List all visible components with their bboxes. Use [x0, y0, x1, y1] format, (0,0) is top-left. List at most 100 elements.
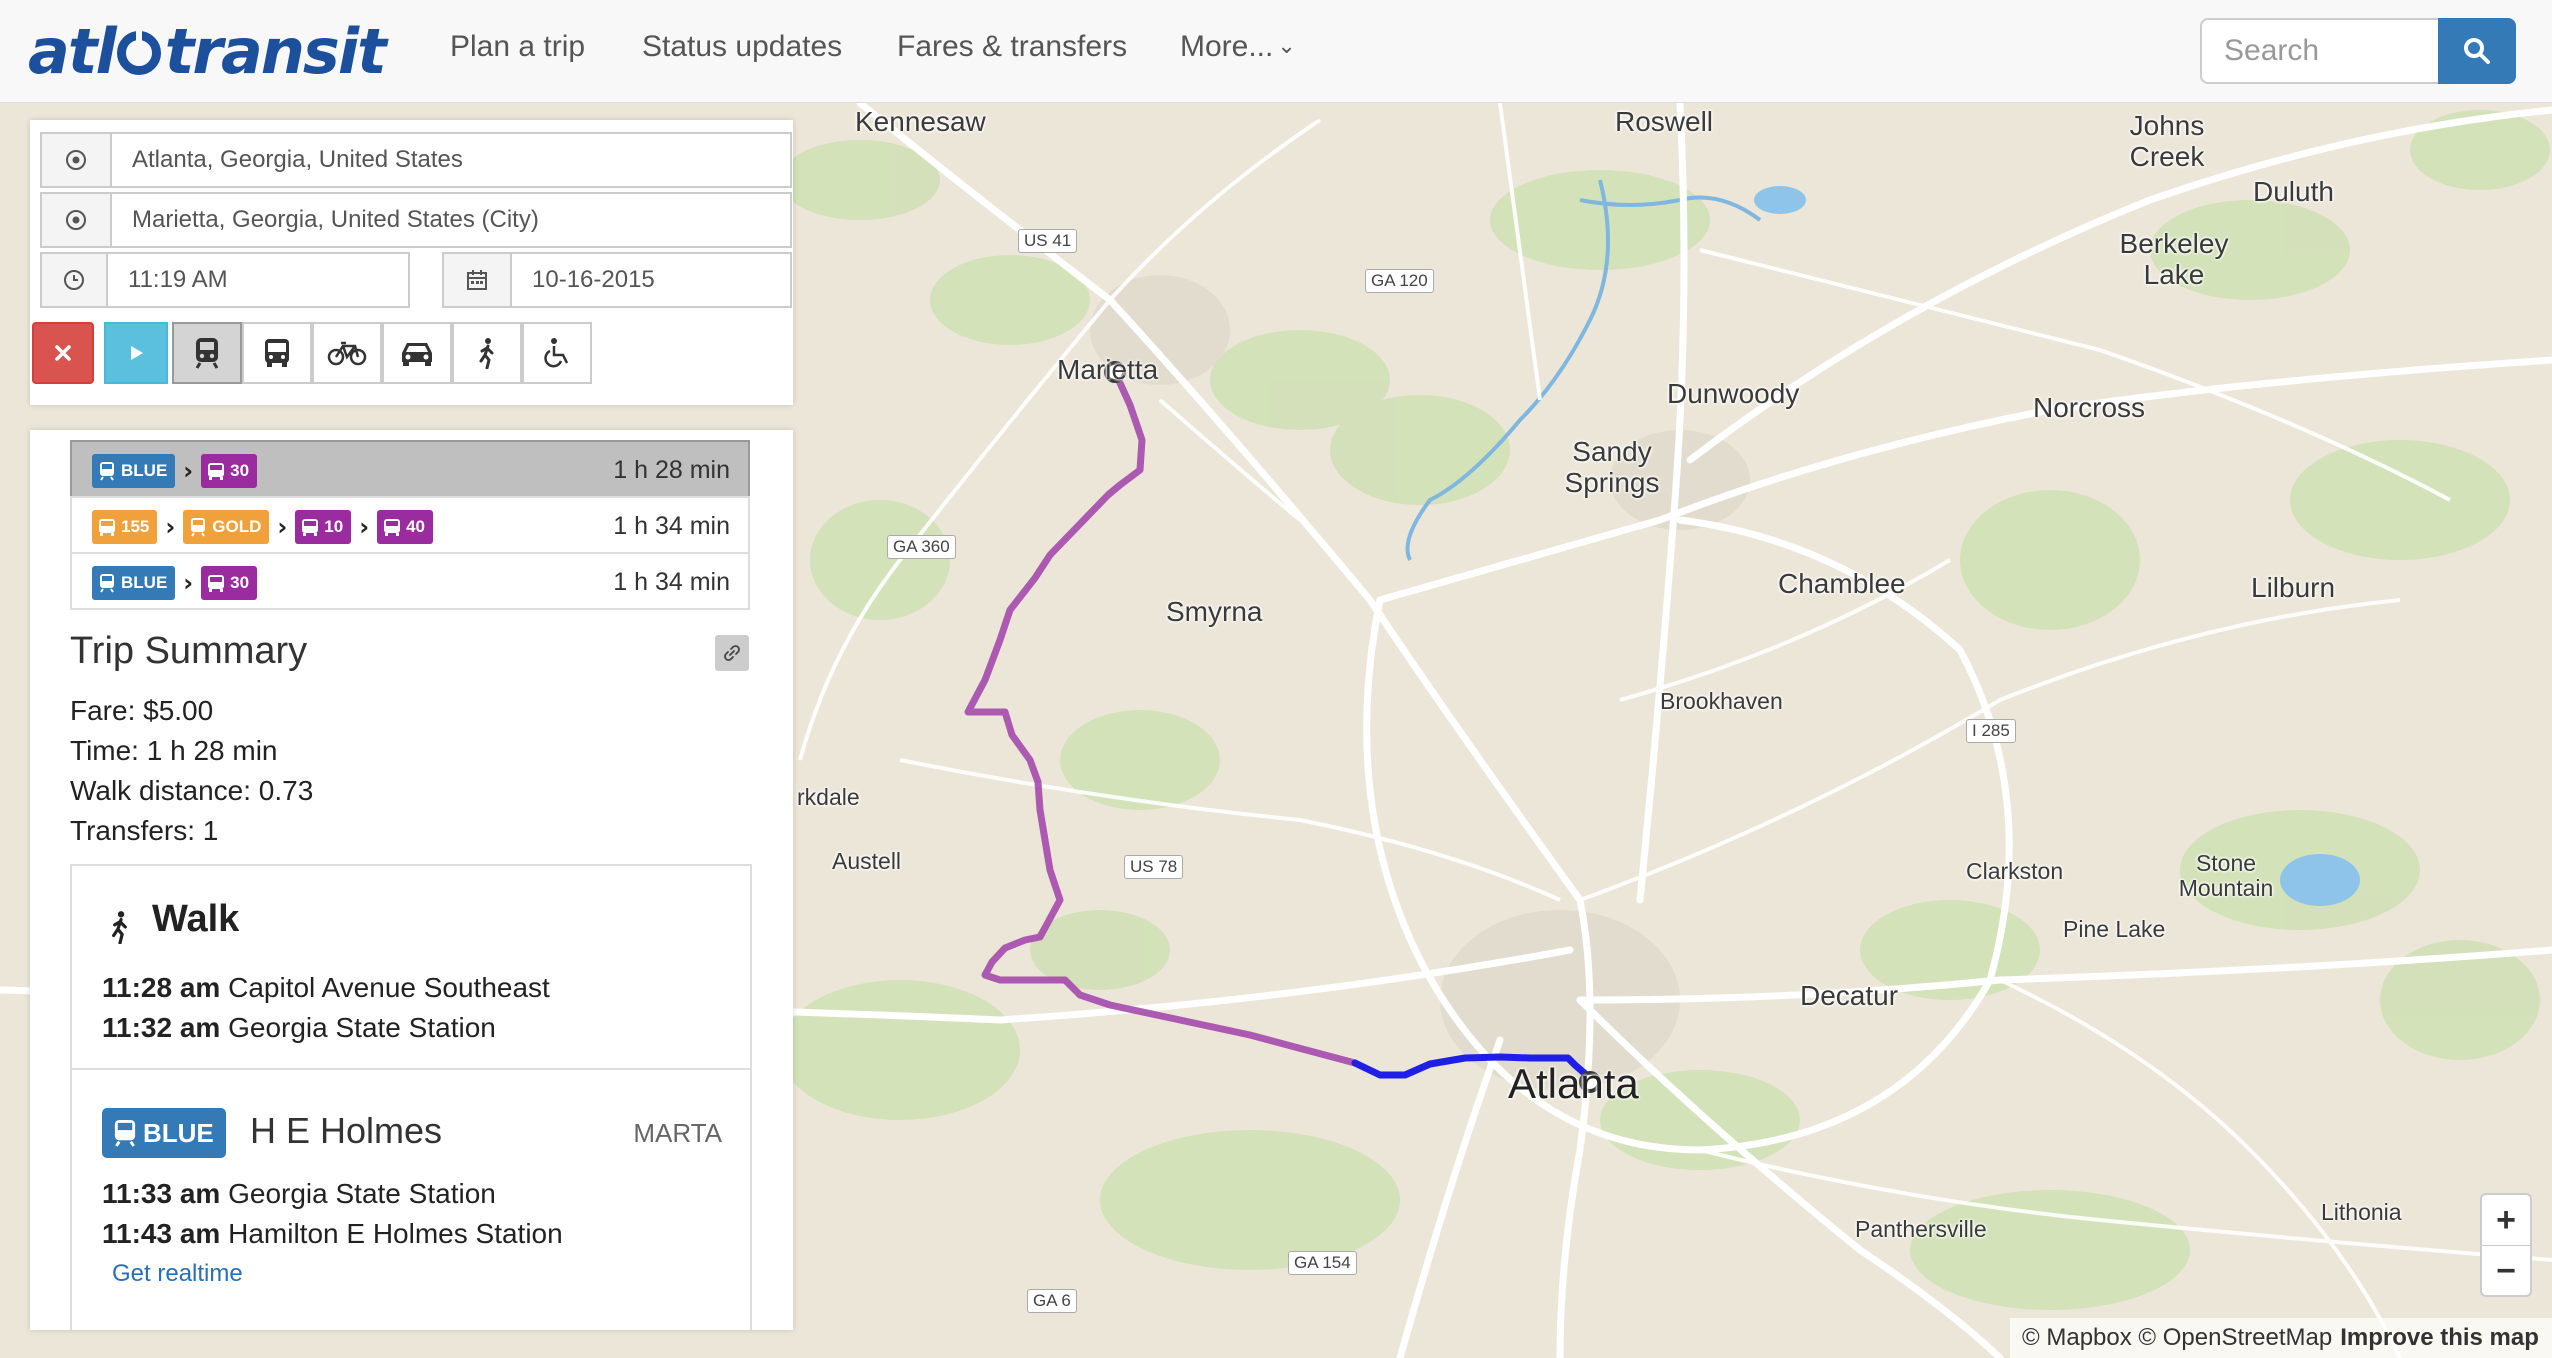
- from-field[interactable]: Atlanta, Georgia, United States: [40, 132, 792, 188]
- walk-start-stop: 11:28 am Capitol Avenue Southeast: [102, 972, 550, 1004]
- itinerary-duration: 1 h 34 min: [613, 512, 730, 540]
- map-label-clarkston: Clarkston: [1966, 858, 2064, 884]
- itinerary-option-3[interactable]: BLUE › 30 1 h 34 min: [70, 552, 750, 610]
- nav-status-updates[interactable]: Status updates: [642, 30, 842, 64]
- route-badge-blue: BLUE: [102, 1108, 226, 1158]
- plan-trip-button[interactable]: [104, 322, 168, 384]
- itinerary-option-1[interactable]: BLUE › 30 1 h 28 min: [70, 440, 750, 498]
- map-label-marietta: Marietta: [1057, 354, 1159, 385]
- map-label-pine-lake: Pine Lake: [2063, 916, 2166, 942]
- search-input[interactable]: [2200, 18, 2440, 84]
- to-field[interactable]: Marietta, Georgia, United States (City): [40, 192, 792, 248]
- walk-leg-card: Walk 11:28 am Capitol Avenue Southeast 1…: [70, 864, 752, 1070]
- walk-leg-title: Walk: [152, 898, 240, 940]
- map-label-smyrna: Smyrna: [1166, 596, 1263, 627]
- map-label-panthersville: Panthersville: [1855, 1216, 1987, 1242]
- map-label-stone-mountain: Stone Mountain: [2178, 850, 2274, 902]
- bus-icon: [265, 339, 289, 367]
- walk-start-time: 11:28 am: [102, 972, 221, 1003]
- road-label-us-78: US 78: [1124, 855, 1184, 879]
- nav-plan-trip[interactable]: Plan a trip: [450, 30, 585, 64]
- leg-label: GOLD: [212, 517, 262, 536]
- map-attribution: © Mapbox © OpenStreetMap Improve this map: [2010, 1318, 2552, 1358]
- date-field[interactable]: 10-16-2015: [442, 252, 792, 308]
- link-icon: [724, 645, 740, 661]
- logo-text-right: transit: [164, 14, 387, 88]
- trip-planner-panel: Atlanta, Georgia, United States Marietta…: [30, 120, 793, 405]
- to-value: Marietta, Georgia, United States (City): [132, 206, 539, 233]
- leg-badge-155: 155: [92, 510, 158, 544]
- road-label-ga-120: GA 120: [1365, 269, 1434, 293]
- itinerary-option-2[interactable]: 155 › GOLD › 10 › 40 1 h 34 min: [70, 496, 750, 554]
- leg-label: 40: [406, 517, 425, 536]
- bus-icon: [207, 573, 225, 593]
- walk-end-place: Georgia State Station: [228, 1012, 496, 1043]
- road-label-ga-154: GA 154: [1288, 1251, 1357, 1275]
- itinerary-results-panel: BLUE › 30 1 h 28 min 155 › GOLD › 10 › 4…: [30, 430, 793, 1330]
- bus-icon: [383, 517, 401, 537]
- summary-walk-distance: Walk distance: 0.73: [70, 775, 314, 806]
- improve-map-link[interactable]: Improve this map: [2340, 1324, 2539, 1352]
- board-time: 11:33 am: [102, 1178, 221, 1209]
- nav-fares-transfers[interactable]: Fares & transfers: [897, 30, 1127, 64]
- time-field[interactable]: 11:19 AM: [40, 252, 410, 308]
- map-label-sandy-springs: Sandy Springs: [1564, 436, 1660, 498]
- leg-badge-gold: GOLD: [183, 510, 270, 544]
- attribution-text[interactable]: © Mapbox © OpenStreetMap: [2022, 1324, 2332, 1352]
- time-value: 11:19 AM: [128, 266, 228, 293]
- map-label-rkdale: rkdale: [797, 784, 860, 810]
- route-badge-label: BLUE: [143, 1117, 214, 1148]
- walk-end-time: 11:32 am: [102, 1012, 221, 1043]
- cancel-icon: [55, 345, 71, 361]
- map-label-austell: Austell: [832, 848, 902, 874]
- train-icon: [98, 461, 116, 481]
- train-icon: [112, 1118, 138, 1148]
- mode-walk-button[interactable]: [452, 322, 522, 384]
- mode-train-button[interactable]: [172, 322, 242, 384]
- clock-icon: [42, 254, 108, 306]
- share-link-button[interactable]: [715, 635, 749, 671]
- leg-badge-10: 10: [295, 510, 352, 544]
- map-label-duluth: Duluth: [2253, 176, 2334, 207]
- map-label-kennesaw: Kennesaw: [855, 106, 986, 137]
- zoom-control: + −: [2480, 1193, 2532, 1297]
- mode-bicycle-button[interactable]: [312, 322, 382, 384]
- cancel-button[interactable]: [32, 322, 94, 384]
- logo-text-left: atl: [28, 14, 117, 88]
- alight-time: 11:43 am: [102, 1218, 221, 1249]
- board-place: Georgia State Station: [228, 1178, 496, 1209]
- itinerary-legs: 155 › GOLD › 10 › 40: [92, 510, 433, 544]
- leg-label: 30: [230, 573, 250, 592]
- search-button[interactable]: [2438, 18, 2516, 84]
- nav-more-dropdown[interactable]: More... ⌄: [1180, 30, 1296, 64]
- leg-badge-30: 30: [201, 566, 258, 600]
- navbar: atl transit Plan a trip Status updates Fa…: [0, 0, 2552, 103]
- map-label-berkeley-lake: Berkeley Lake: [2119, 228, 2229, 290]
- zoom-in-button[interactable]: +: [2482, 1195, 2530, 1246]
- walk-start-place: Capitol Avenue Southeast: [228, 972, 550, 1003]
- chevron-right-icon: ›: [277, 513, 288, 541]
- bus-icon: [98, 517, 116, 537]
- leg-label: BLUE: [121, 573, 168, 592]
- get-realtime-link[interactable]: Get realtime: [112, 1260, 243, 1288]
- itinerary-legs: BLUE › 30: [92, 454, 258, 488]
- map-label-roswell: Roswell: [1615, 106, 1714, 137]
- zoom-out-button[interactable]: −: [2482, 1246, 2530, 1296]
- transit-board-stop: 11:33 am Georgia State Station: [102, 1178, 496, 1210]
- summary-fare: Fare: $5.00: [70, 695, 214, 726]
- atltransit-logo[interactable]: atl transit: [28, 15, 387, 88]
- map-label-johns-creek: Johns Creek: [2129, 110, 2205, 172]
- leg-label: 155: [121, 517, 150, 536]
- calendar-icon: [444, 254, 512, 306]
- mode-wheelchair-button[interactable]: [522, 322, 592, 384]
- summary-time: Time: 1 h 28 min: [70, 735, 278, 766]
- road-label-i-285: I 285: [1966, 719, 2016, 743]
- chevron-right-icon: ›: [359, 513, 370, 541]
- from-value: Atlanta, Georgia, United States: [132, 146, 463, 173]
- play-icon: [131, 346, 143, 360]
- walk-icon: [112, 911, 127, 944]
- mode-car-button[interactable]: [382, 322, 452, 384]
- mode-bus-button[interactable]: [242, 322, 312, 384]
- chevron-right-icon: ›: [165, 513, 176, 541]
- leg-badge-blue: BLUE: [92, 454, 176, 488]
